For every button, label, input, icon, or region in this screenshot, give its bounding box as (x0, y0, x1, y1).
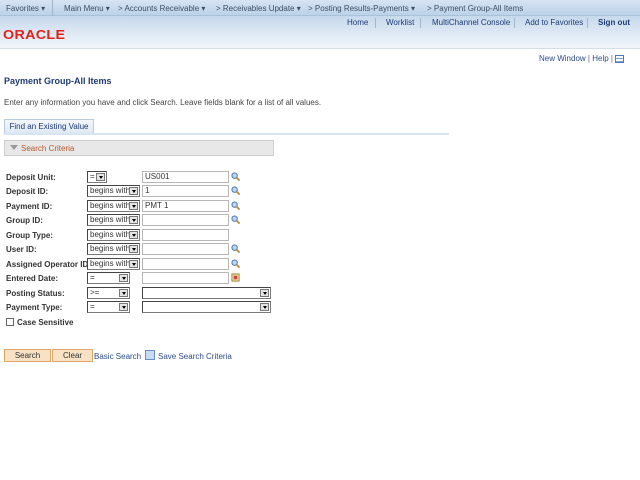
calendar-icon[interactable] (231, 273, 240, 282)
lookup-icon[interactable] (231, 244, 240, 253)
operator-select[interactable]: begins with (87, 229, 140, 241)
operator-value: = (90, 302, 95, 311)
search-criteria-section[interactable]: Search Criteria (4, 140, 274, 156)
search-button[interactable]: Search (4, 349, 51, 362)
save-search-criteria-link[interactable]: Save Search Criteria (158, 352, 232, 361)
value-select[interactable] (142, 287, 271, 299)
page-title: Payment Group-All Items (4, 76, 112, 86)
operator-select[interactable]: = (87, 301, 130, 313)
dropdown-arrow-icon[interactable] (129, 260, 138, 268)
dropdown-arrow-icon[interactable] (129, 187, 138, 195)
operator-value: = (90, 172, 95, 181)
operator-value: begins with (90, 186, 131, 195)
section-title: Search Criteria (21, 144, 75, 153)
operator-select[interactable]: = (87, 171, 107, 183)
instructions: Enter any information you have and click… (4, 98, 322, 107)
operator-value: >= (90, 288, 100, 297)
oracle-logo: ORACLE (3, 27, 66, 42)
value-input[interactable] (142, 214, 229, 226)
field-label: Payment ID: (6, 202, 53, 211)
worklist-link[interactable]: Worklist (386, 18, 414, 27)
operator-value: begins with (90, 230, 131, 239)
dropdown-arrow-icon[interactable] (260, 289, 269, 297)
breadcrumb-current[interactable]: > Payment Group-All Items (427, 4, 523, 13)
operator-select[interactable]: begins with (87, 243, 140, 255)
help-link[interactable]: Help (592, 54, 608, 63)
operator-value: begins with (90, 201, 131, 210)
breadcrumb-posting-results[interactable]: > Posting Results-Payments ▾ (308, 4, 415, 13)
add-to-favorites-link[interactable]: Add to Favorites (525, 18, 583, 27)
value-input[interactable] (142, 229, 229, 241)
header: Home Worklist MultiChannel Console Add t… (0, 16, 640, 49)
dropdown-arrow-icon[interactable] (119, 303, 128, 311)
field-label: Posting Status: (6, 289, 65, 298)
dropdown-arrow-icon[interactable] (119, 289, 128, 297)
dropdown-arrow-icon[interactable] (129, 202, 138, 210)
operator-select[interactable]: begins with (87, 258, 140, 270)
operator-value: begins with (90, 244, 131, 253)
dropdown-arrow-icon[interactable] (129, 245, 138, 253)
tab-find-existing-value[interactable]: Find an Existing Value (4, 119, 94, 133)
operator-select[interactable]: begins with (87, 200, 140, 212)
lookup-icon[interactable] (231, 259, 240, 268)
field-label: Entered Date: (6, 274, 59, 283)
breadcrumb-accounts-receivable[interactable]: > Accounts Receivable ▾ (118, 4, 205, 13)
operator-value: = (90, 273, 95, 282)
main-menu[interactable]: Main Menu ▾ (64, 4, 110, 13)
clear-button[interactable]: Clear (52, 349, 93, 362)
field-label: Assigned Operator ID: (6, 260, 91, 269)
dropdown-arrow-icon[interactable] (129, 231, 138, 239)
dropdown-arrow-icon[interactable] (96, 173, 105, 181)
dropdown-arrow-icon[interactable] (129, 216, 138, 224)
case-sensitive-checkbox[interactable] (6, 318, 14, 326)
value-input[interactable]: US001 (142, 171, 229, 183)
save-search-icon[interactable] (145, 350, 155, 360)
field-label: User ID: (6, 245, 37, 254)
value-input[interactable] (142, 258, 229, 270)
value-input[interactable]: 1 (142, 185, 229, 197)
lookup-icon[interactable] (231, 186, 240, 195)
operator-select[interactable]: begins with (87, 214, 140, 226)
operator-select[interactable]: begins with (87, 185, 140, 197)
collapse-triangle-icon (10, 145, 18, 150)
field-label: Payment Type: (6, 303, 63, 312)
dropdown-arrow-icon[interactable] (119, 274, 128, 282)
value-select[interactable] (142, 301, 271, 313)
operator-value: begins with (90, 215, 131, 224)
customize-page-icon[interactable] (615, 54, 625, 63)
multichannel-console-link[interactable]: MultiChannel Console (432, 18, 510, 27)
operator-select[interactable]: = (87, 272, 130, 284)
field-label: Group Type: (6, 231, 53, 240)
lookup-icon[interactable] (231, 172, 240, 181)
field-label: Group ID: (6, 216, 43, 225)
operator-value: begins with (90, 259, 131, 268)
breadcrumb-receivables-update[interactable]: > Receivables Update ▾ (216, 4, 301, 13)
basic-search-link[interactable]: Basic Search (94, 352, 141, 361)
case-sensitive-label: Case Sensitive (17, 318, 74, 327)
sign-out-link[interactable]: Sign out (598, 18, 630, 27)
new-window-link[interactable]: New Window (539, 54, 586, 63)
operator-select[interactable]: >= (87, 287, 130, 299)
field-label: Deposit Unit: (6, 173, 56, 182)
value-input[interactable] (142, 243, 229, 255)
lookup-icon[interactable] (231, 215, 240, 224)
top-nav-bar: Favorites ▾ Main Menu ▾ > Accounts Recei… (0, 0, 640, 16)
favorites-menu[interactable]: Favorites ▾ (6, 4, 45, 13)
dropdown-arrow-icon[interactable] (260, 303, 269, 311)
field-label: Deposit ID: (6, 187, 49, 196)
lookup-icon[interactable] (231, 201, 240, 210)
home-link[interactable]: Home (347, 18, 368, 27)
value-input[interactable]: PMT 1 (142, 200, 229, 212)
value-input[interactable] (142, 272, 229, 284)
